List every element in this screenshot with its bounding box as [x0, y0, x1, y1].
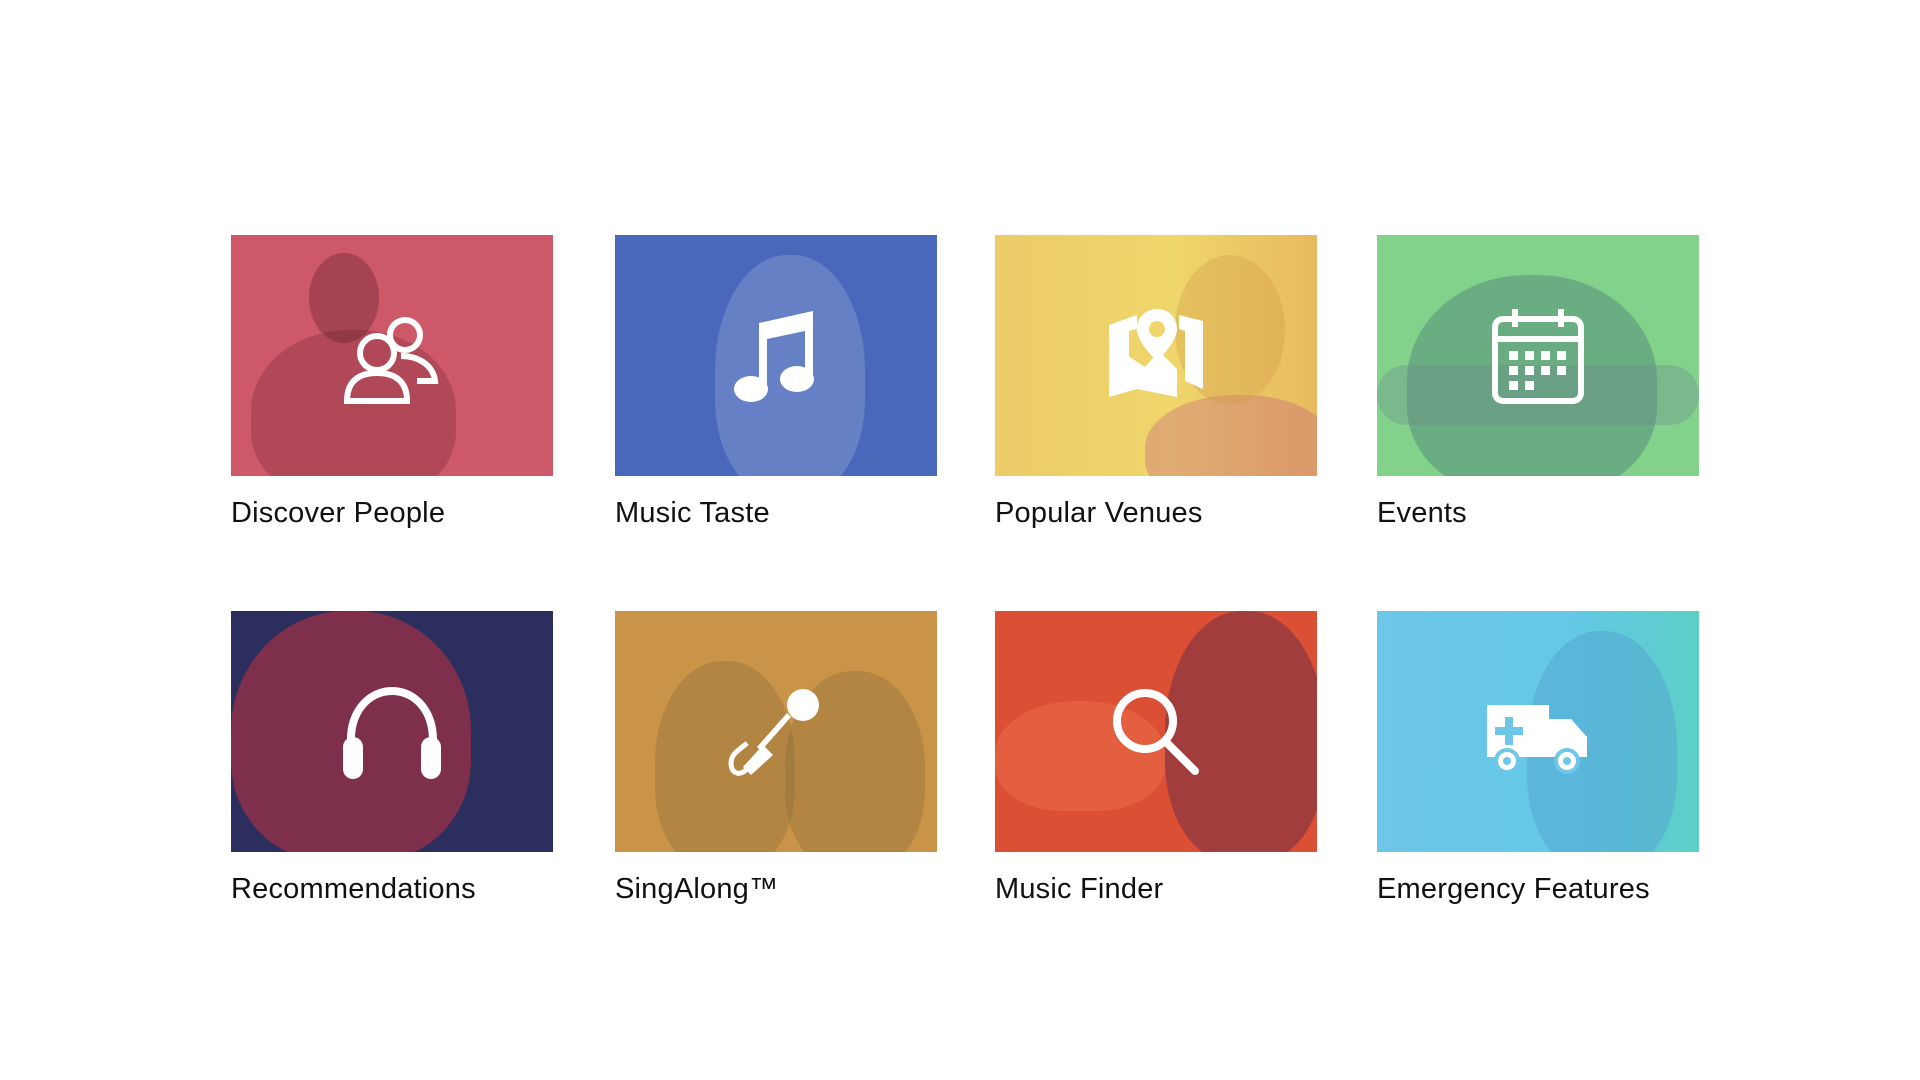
- ambulance-icon: [1487, 704, 1587, 774]
- tile-singalong[interactable]: SingAlong™: [615, 611, 937, 905]
- tile-label: Discover People: [231, 497, 446, 529]
- magnifier-icon: [1113, 688, 1199, 775]
- tile-music-taste[interactable]: Music Taste: [615, 235, 937, 529]
- microphone-icon: [728, 688, 819, 776]
- tile-label: Emergency Features: [1377, 873, 1650, 905]
- map-pin-icon: [1109, 308, 1203, 397]
- tile-music-finder-image: [995, 611, 1317, 852]
- tile-emergency-features-image: [1377, 611, 1699, 852]
- people-icon: [343, 316, 439, 404]
- tile-popular-venues-image: [995, 235, 1317, 476]
- feature-grid: Discover People Music Taste Popular Venu…: [0, 0, 1920, 1080]
- calendar-icon: [1492, 308, 1584, 404]
- tile-emergency-features[interactable]: Emergency Features: [1377, 611, 1699, 905]
- tile-discover-people[interactable]: Discover People: [231, 235, 553, 529]
- tile-popular-venues[interactable]: Popular Venues: [995, 235, 1317, 529]
- tile-discover-people-image: [231, 235, 553, 476]
- tile-music-taste-image: [615, 235, 937, 476]
- tile-label: SingAlong™: [615, 873, 779, 905]
- tile-label: Music Taste: [615, 497, 770, 529]
- headphones-icon: [343, 686, 441, 779]
- tile-recommendations-image: [231, 611, 553, 852]
- tile-label: Popular Venues: [995, 497, 1203, 529]
- tile-events[interactable]: Events: [1377, 235, 1699, 529]
- tile-singalong-image: [615, 611, 937, 852]
- tile-music-finder[interactable]: Music Finder: [995, 611, 1317, 905]
- music-note-icon: [734, 310, 814, 402]
- tile-label: Music Finder: [995, 873, 1164, 905]
- tile-label: Recommendations: [231, 873, 476, 905]
- tile-recommendations[interactable]: Recommendations: [231, 611, 553, 905]
- tile-events-image: [1377, 235, 1699, 476]
- tile-label: Events: [1377, 497, 1467, 529]
